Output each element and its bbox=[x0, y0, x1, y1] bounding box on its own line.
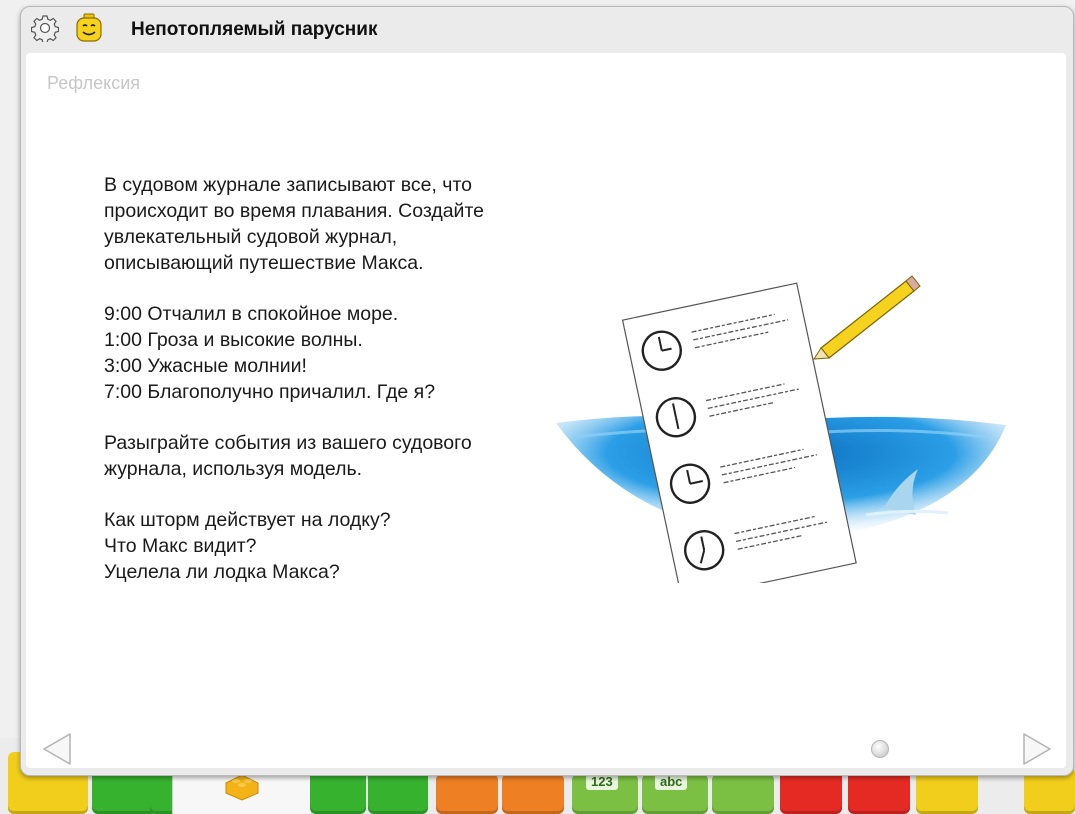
palette-text-label: abc bbox=[655, 774, 688, 790]
log-line: 3:00 Ужасные молнии! bbox=[104, 355, 307, 377]
title-bar: Непотопляемый парусник bbox=[21, 7, 1073, 51]
instruction-text: В судовом журнале записывают все, что пр… bbox=[104, 172, 574, 610]
pencil-icon bbox=[813, 275, 921, 360]
content-panel: Рефлексия В судовом журнале записывают в… bbox=[26, 53, 1066, 768]
text-line: описывающий путешествие Макса. bbox=[104, 252, 424, 274]
section-title: Рефлексия bbox=[47, 73, 141, 93]
question-line: Что Макс видит? bbox=[104, 535, 257, 557]
dot-icon[interactable] bbox=[871, 740, 889, 758]
text-line: журнала, используя модель. bbox=[104, 458, 363, 480]
paragraph-questions: Как шторм действует на лодку? Что Макс в… bbox=[104, 507, 574, 585]
log-line: 1:00 Гроза и высокие волны. bbox=[104, 329, 363, 351]
paragraph-log: 9:00 Отчалил в спокойное море. 1:00 Гроз… bbox=[104, 301, 574, 405]
palette-block-orange-1[interactable] bbox=[436, 774, 498, 814]
minifig-face-icon[interactable] bbox=[75, 13, 103, 43]
text-line: увлекательный судовой журнал, bbox=[104, 226, 398, 248]
palette-block-number[interactable]: 123 bbox=[572, 774, 638, 814]
triangle-left-icon[interactable] bbox=[38, 729, 78, 769]
palette-block-text[interactable]: abc bbox=[642, 774, 708, 814]
logbook-paper bbox=[621, 282, 857, 583]
activity-window: Непотопляемый парусник Рефлексия В судов… bbox=[20, 6, 1074, 776]
palette-block-green-5[interactable] bbox=[712, 774, 774, 814]
log-line: 7:00 Благополучно причалил. Где я? bbox=[104, 381, 436, 403]
log-line: 9:00 Отчалил в спокойное море. bbox=[104, 303, 399, 325]
gear-icon[interactable] bbox=[31, 14, 59, 42]
text-line: В судовом журнале записывают все, что bbox=[104, 174, 473, 196]
paragraph-intro: В судовом журнале записывают все, что пр… bbox=[104, 172, 574, 276]
palette-block-orange-2[interactable] bbox=[502, 774, 564, 814]
page-title: Непотопляемый парусник bbox=[131, 19, 378, 40]
logbook-illustration bbox=[556, 275, 1006, 583]
triangle-right-icon[interactable] bbox=[1016, 729, 1056, 769]
palette-number-label: 123 bbox=[586, 774, 618, 790]
question-line: Уцелела ли лодка Макса? bbox=[104, 561, 340, 583]
paragraph-act: Разыграйте события из вашего судового жу… bbox=[104, 430, 574, 482]
text-line: Разыграйте события из вашего судового bbox=[104, 432, 472, 454]
question-line: Как шторм действует на лодку? bbox=[104, 509, 391, 531]
text-line: происходит во время плавания. Создайте bbox=[104, 200, 485, 222]
